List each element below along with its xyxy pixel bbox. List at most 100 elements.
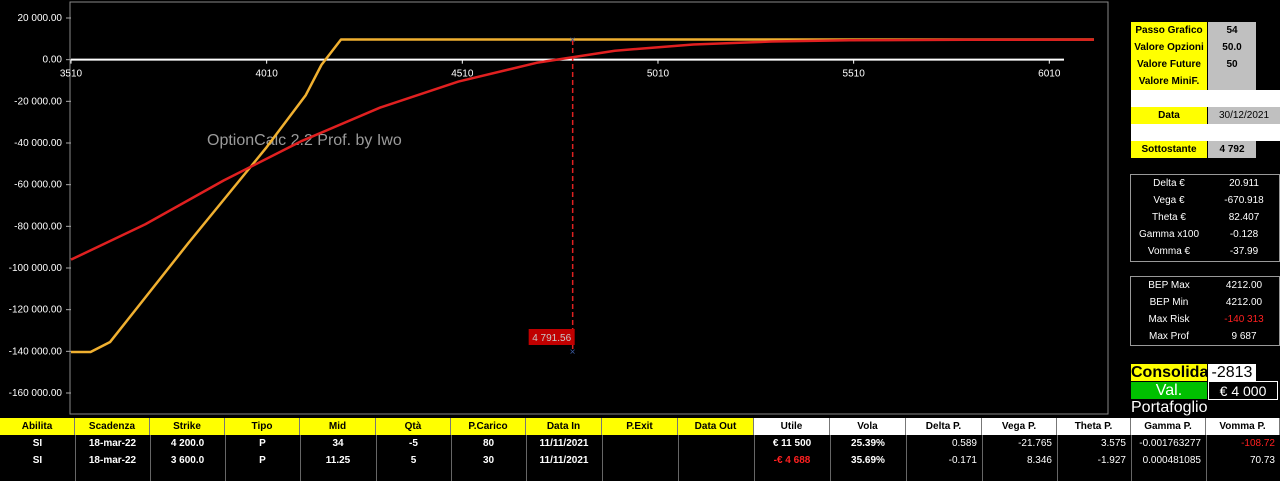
table-cell: 3.575 xyxy=(1100,438,1126,449)
y-tick-label: 20 000.00 xyxy=(18,13,63,24)
bep-value: 9 687 xyxy=(1210,328,1278,345)
blank-row-2 xyxy=(1131,124,1280,141)
col-header[interactable]: Utile xyxy=(754,418,830,435)
data-label: Data xyxy=(1131,107,1207,124)
greek-label: Vomma € xyxy=(1131,243,1207,260)
col-header[interactable]: Theta P. xyxy=(1057,418,1131,435)
col-header[interactable]: Data Out xyxy=(678,418,754,435)
marker-cross-bottom: × xyxy=(570,347,576,358)
greek-value: 20.911 xyxy=(1210,175,1278,192)
table-cell: 0.000481085 xyxy=(1142,455,1201,466)
table-cell: 70.73 xyxy=(1249,455,1275,466)
table-cell: -0.171 xyxy=(948,455,977,466)
greek-label: Theta € xyxy=(1131,209,1207,226)
plot-frame xyxy=(69,1,1109,415)
col-header[interactable]: Data In xyxy=(526,418,602,435)
sottostante-label: Sottostante xyxy=(1131,141,1207,158)
table-cell[interactable]: 18-mar-22 xyxy=(75,454,150,468)
table-cell[interactable]: SI xyxy=(0,454,75,468)
y-tick-label: -120 000.00 xyxy=(9,305,63,316)
greek-label: Gamma x100 xyxy=(1131,226,1207,243)
table-cell[interactable] xyxy=(678,454,754,468)
table-cell[interactable]: 80 xyxy=(451,437,526,451)
col-header[interactable]: Qtà xyxy=(376,418,451,435)
bep-label: Max Prof xyxy=(1131,328,1207,345)
table-cell: 35.69% xyxy=(851,455,885,466)
col-header[interactable]: Scadenza xyxy=(75,418,150,435)
bep-value: 4212.00 xyxy=(1210,277,1278,294)
col-header[interactable]: Strike xyxy=(150,418,225,435)
table-cell[interactable]: P xyxy=(225,437,300,451)
minif-label: Valore MiniF. xyxy=(1131,73,1207,90)
col-header[interactable]: Mid xyxy=(300,418,376,435)
y-tick-label: -40 000.00 xyxy=(14,138,62,149)
payoff-today-line xyxy=(70,38,1094,261)
col-header[interactable]: Gamma P. xyxy=(1131,418,1206,435)
x-tick-label: 5010 xyxy=(647,69,670,80)
table-cell[interactable]: 4 200.0 xyxy=(150,437,225,451)
y-tick-label: 0.00 xyxy=(43,55,63,66)
table-cell[interactable] xyxy=(678,437,754,451)
x-tick-label: 3510 xyxy=(60,69,83,80)
y-tick-label: -140 000.00 xyxy=(9,346,63,357)
portafoglio-label: Val. Portafoglio xyxy=(1131,382,1208,416)
y-tick-label: -100 000.00 xyxy=(9,263,63,274)
table-cell[interactable]: 11/11/2021 xyxy=(526,437,602,451)
col-header[interactable]: P.Carico xyxy=(451,418,526,435)
table-cell[interactable]: -5 xyxy=(376,437,451,451)
marker-label: 4 791.56 xyxy=(532,333,571,344)
table-cell: € 11 500 xyxy=(772,438,812,449)
table-cell[interactable]: 3 600.0 xyxy=(150,454,225,468)
portafoglio-value: € 4 000 xyxy=(1208,381,1278,400)
payoff-expiry-line xyxy=(71,38,1094,354)
table-cell: 25.39% xyxy=(851,438,885,449)
table-cell[interactable]: 11/11/2021 xyxy=(526,454,602,468)
table-cell: 8.346 xyxy=(1026,455,1052,466)
table-cell[interactable]: P xyxy=(225,454,300,468)
greek-value: -0.128 xyxy=(1210,226,1278,243)
table-cell: -0.001763277 xyxy=(1139,438,1201,449)
table-cell[interactable]: 11.25 xyxy=(300,454,376,468)
opzioni-label: Valore Opzioni xyxy=(1131,39,1207,56)
greek-value: -37.99 xyxy=(1210,243,1278,260)
x-tick-label: 4010 xyxy=(256,69,279,80)
col-header[interactable]: Vomma P. xyxy=(1206,418,1280,435)
bep-value: -140 313 xyxy=(1210,311,1278,328)
consolidato-label: Consolidato xyxy=(1131,364,1224,381)
y-tick-label: -80 000.00 xyxy=(14,221,62,232)
consolidato-value: -2813 xyxy=(1208,364,1256,381)
y-tick-label: -20 000.00 xyxy=(14,96,62,107)
payoff-chart-svg: 20 000.00 0.00 -20 000.00 -40 000.00 -60 000… xyxy=(9,1,1109,415)
table-cell[interactable]: SI xyxy=(0,437,75,451)
bep-value: 4212.00 xyxy=(1210,294,1278,311)
marker-cross-top: × xyxy=(570,35,576,46)
positions-table: Abilita Scadenza Strike Tipo Mid Qtà P.Carico D… xyxy=(0,418,1280,481)
table-cell[interactable]: 18-mar-22 xyxy=(75,437,150,451)
col-header[interactable]: Tipo xyxy=(225,418,300,435)
greek-value: -670.918 xyxy=(1210,192,1278,209)
passo-label: Passo Grafico xyxy=(1131,22,1207,39)
col-header[interactable]: Abilita xyxy=(0,418,75,435)
opzioni-value[interactable]: 50.0 xyxy=(1208,39,1256,56)
col-header[interactable]: P.Exit xyxy=(602,418,678,435)
x-tick-label: 5510 xyxy=(843,69,866,80)
x-tick-label: 6010 xyxy=(1038,69,1061,80)
future-value[interactable]: 50 xyxy=(1208,56,1256,73)
table-cell[interactable] xyxy=(602,454,678,468)
col-header[interactable]: Vega P. xyxy=(982,418,1057,435)
greek-value: 82.407 xyxy=(1210,209,1278,226)
minif-value[interactable] xyxy=(1208,73,1256,90)
data-value[interactable]: 30/12/2021 xyxy=(1208,107,1280,124)
table-cell[interactable]: 5 xyxy=(376,454,451,468)
future-label: Valore Future xyxy=(1131,56,1207,73)
sottostante-value[interactable]: 4 792 xyxy=(1208,141,1256,158)
passo-value[interactable]: 54 xyxy=(1208,22,1256,39)
col-header[interactable]: Vola xyxy=(830,418,906,435)
bep-label: BEP Max xyxy=(1131,277,1207,294)
table-cell[interactable]: 30 xyxy=(451,454,526,468)
table-cell: -€ 4 688 xyxy=(773,455,811,466)
table-cell[interactable]: 34 xyxy=(300,437,376,451)
table-cell[interactable] xyxy=(602,437,678,451)
y-tick-label: -160 000.00 xyxy=(9,388,63,399)
col-header[interactable]: Delta P. xyxy=(906,418,982,435)
